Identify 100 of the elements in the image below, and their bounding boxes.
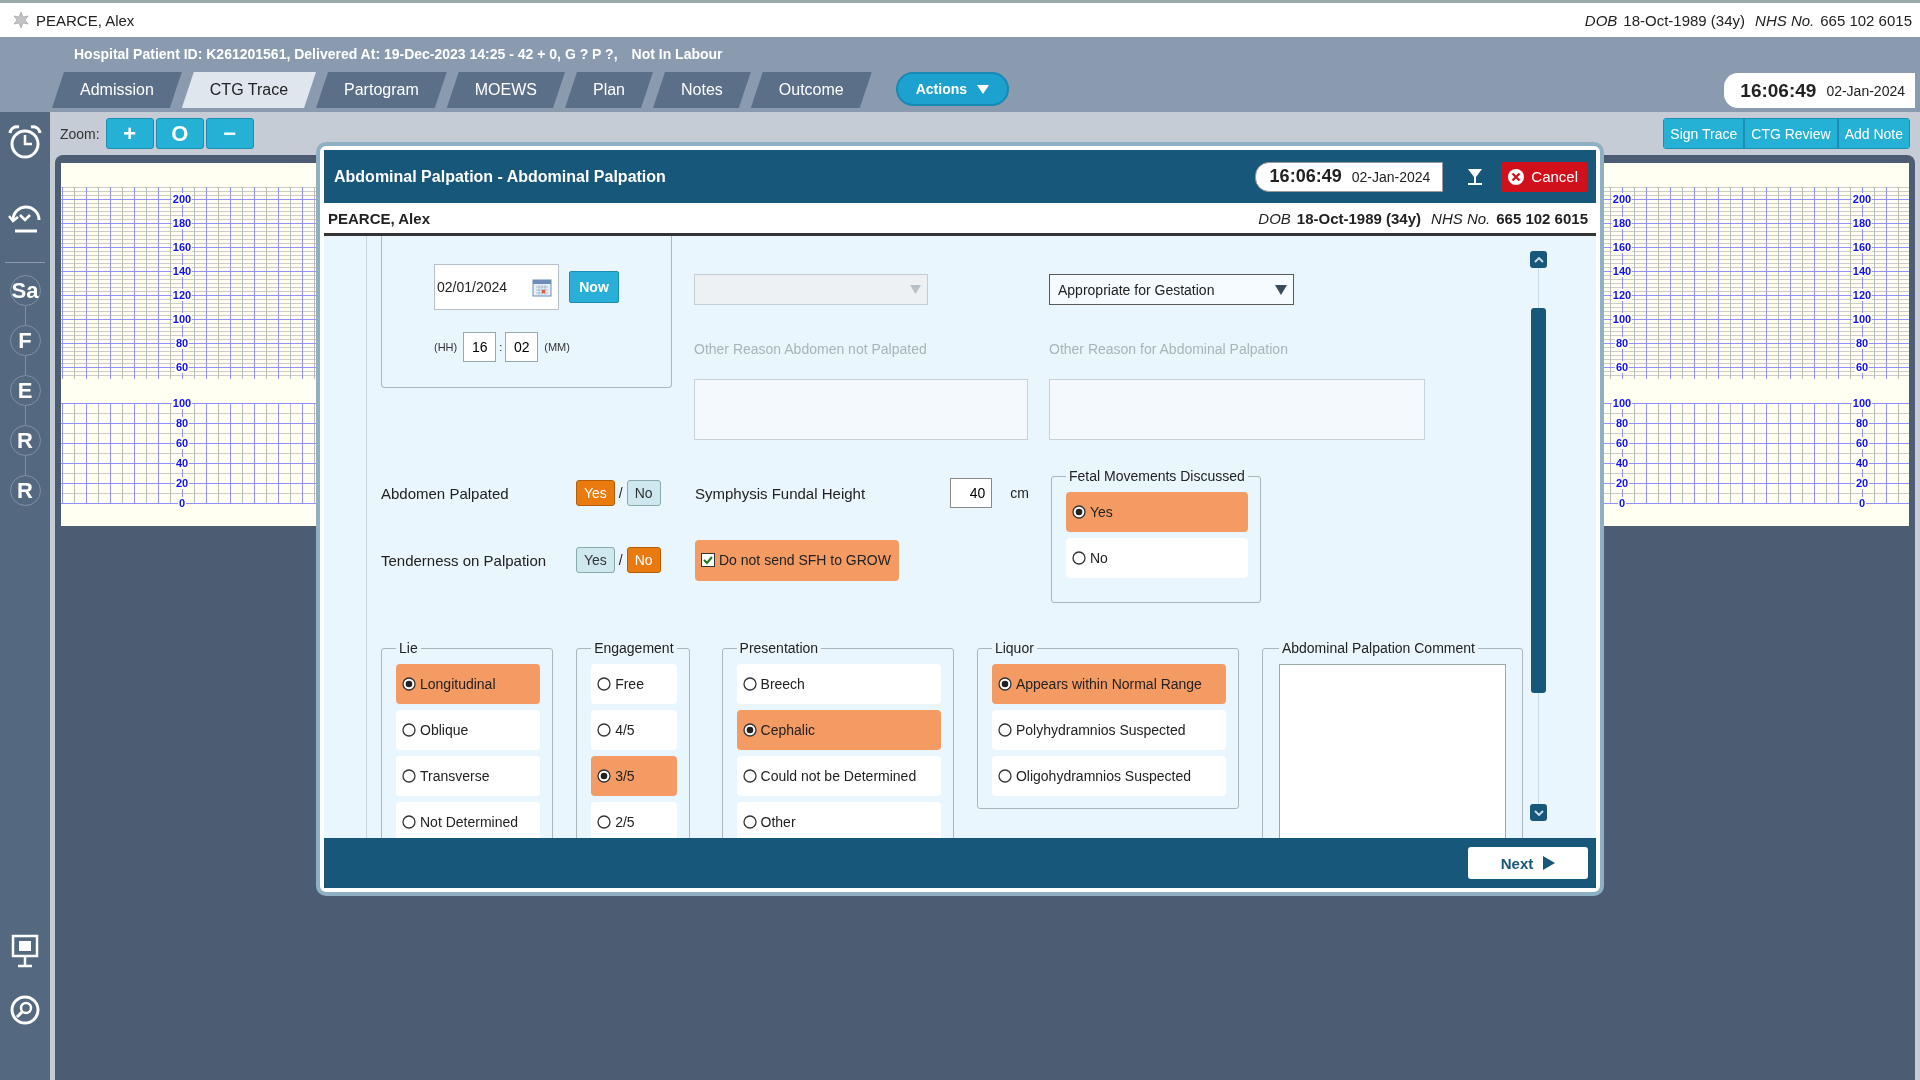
dob-label: DOB (1584, 11, 1618, 29)
axis-label: 80 (1854, 417, 1870, 429)
time-separator: : (499, 341, 503, 353)
axis-label: 0 (1617, 497, 1627, 509)
axis-label: 200 (171, 193, 193, 205)
tab[interactable]: Notes (653, 72, 751, 108)
next-button[interactable]: Next (1468, 847, 1588, 879)
checkbox-option[interactable]: Do not send SFH to GROW (695, 539, 899, 581)
calendar-icon[interactable] (532, 277, 552, 297)
caret-icon (977, 84, 990, 94)
tab[interactable]: CTG Trace (181, 72, 317, 108)
axis-label: 60 (1614, 361, 1630, 373)
tab[interactable]: Admission (52, 72, 182, 108)
cancel-button[interactable]: Cancel (1501, 161, 1588, 192)
radio-icon (997, 769, 1012, 783)
dob-value: 18-Oct-1989 (34y) (1623, 11, 1746, 29)
radio-option[interactable]: Not Determined (396, 802, 541, 838)
radio-option[interactable]: No (1066, 538, 1248, 578)
axis-label: 80 (1614, 337, 1630, 349)
radio-icon (742, 677, 757, 691)
scrollbar-thumb[interactable] (1531, 308, 1546, 693)
axis-label: 160 (1851, 241, 1873, 253)
radio-icon (402, 723, 416, 737)
sfh-field[interactable]: 40 (950, 478, 993, 508)
axis-label: 20 (1614, 477, 1630, 489)
radio-option[interactable]: Transverse (396, 756, 541, 796)
unit-label: cm (1010, 485, 1029, 501)
labour-status: Not In Labour (631, 46, 723, 64)
axis-label: 40 (174, 457, 190, 469)
radio-option[interactable]: Could not be Determined (736, 756, 941, 796)
axis-label: 20 (174, 477, 190, 489)
comment-field[interactable] (1278, 664, 1506, 838)
star-icon (12, 11, 30, 29)
zoom-label: Zoom: (60, 125, 100, 142)
group-label: Fetal Movements Discussed (1068, 468, 1246, 484)
scroll-down-button[interactable] (1530, 804, 1547, 821)
clock-time: 16:06:49 (1740, 79, 1817, 102)
axis-label: 180 (1611, 217, 1633, 229)
radio-option[interactable]: Oblique (396, 710, 541, 750)
radio-option[interactable]: 3/5 (591, 756, 677, 796)
tab[interactable]: Partogram (316, 72, 447, 108)
clock-date: 02-Jan-2024 (1826, 82, 1905, 99)
tab[interactable]: MOEWS (446, 72, 565, 108)
separator-text: / (618, 485, 623, 501)
radio-option[interactable]: 4/5 (591, 710, 677, 750)
radio-option[interactable]: Appears within Normal Range (991, 664, 1226, 704)
filter-icon[interactable] (1467, 167, 1484, 186)
axis-label: 80 (174, 337, 190, 349)
radio-icon (597, 769, 612, 783)
date-field[interactable]: 02/01/2024 (434, 264, 559, 310)
radio-option[interactable]: Oligohydramnios Suspected (991, 756, 1226, 796)
field-label: Tenderness on Palpation (381, 551, 548, 569)
caret-icon (910, 285, 921, 294)
tab[interactable]: Outcome (750, 72, 872, 108)
group-label: Abdominal Palpation Comment (1280, 640, 1476, 656)
axis-label: 40 (1854, 457, 1870, 469)
axis-label: 100 (171, 397, 193, 409)
group-label: Presentation (738, 640, 820, 656)
axis-label: 0 (1857, 497, 1867, 509)
radio-icon (597, 723, 612, 737)
axis-label: 100 (1611, 313, 1633, 325)
chevron-up-icon (1533, 256, 1544, 263)
alarm-clock-icon[interactable] (7, 124, 43, 160)
reason-dropdown[interactable]: Appropriate for Gestation (1049, 274, 1294, 305)
toggle-button[interactable]: Yes (576, 547, 615, 573)
radio-icon (997, 677, 1012, 691)
radio-option[interactable]: Yes (1066, 492, 1248, 532)
dob-value: 18-Oct-1989 (34y) (1296, 209, 1422, 227)
axis-label: 100 (171, 313, 193, 325)
radio-option[interactable]: Polyhydramnios Suspected (991, 710, 1226, 750)
presentation-board-icon[interactable] (10, 934, 40, 968)
radio-icon (742, 769, 757, 783)
nhs-label: NHS No. (1431, 209, 1491, 227)
axis-label: 60 (1854, 361, 1870, 373)
radio-icon (402, 769, 416, 783)
radio-option[interactable]: Longitudinal (396, 664, 541, 704)
search-icon[interactable] (9, 994, 41, 1026)
caret-icon (1275, 284, 1287, 295)
clock-time: 16:06:49 (1269, 166, 1342, 187)
patient-name: PEARCE, Alex (36, 11, 135, 29)
axis-label: 200 (1611, 193, 1633, 205)
toggle-button[interactable]: No (626, 480, 661, 506)
hour-field[interactable]: 16 (463, 332, 497, 362)
axis-label: 140 (1611, 265, 1633, 277)
axis-label: 160 (171, 241, 193, 253)
minute-field[interactable]: 02 (505, 332, 539, 362)
radio-option[interactable]: Cephalic (736, 710, 941, 750)
tab[interactable]: Plan (564, 72, 653, 108)
radio-icon (1072, 551, 1086, 565)
radio-option[interactable]: Breech (736, 664, 941, 704)
radio-option[interactable]: Free (591, 664, 677, 704)
axis-label: 60 (1854, 437, 1870, 449)
patient-name: PEARCE, Alex (328, 209, 430, 227)
axis-label: 100 (1851, 313, 1873, 325)
axis-label: 120 (171, 289, 193, 301)
scroll-up-button[interactable] (1530, 251, 1547, 268)
radio-option[interactable]: 2/5 (591, 802, 677, 838)
axis-label: 80 (1854, 337, 1870, 349)
axis-label: 0 (177, 497, 187, 509)
radio-option[interactable]: Other (736, 802, 941, 838)
